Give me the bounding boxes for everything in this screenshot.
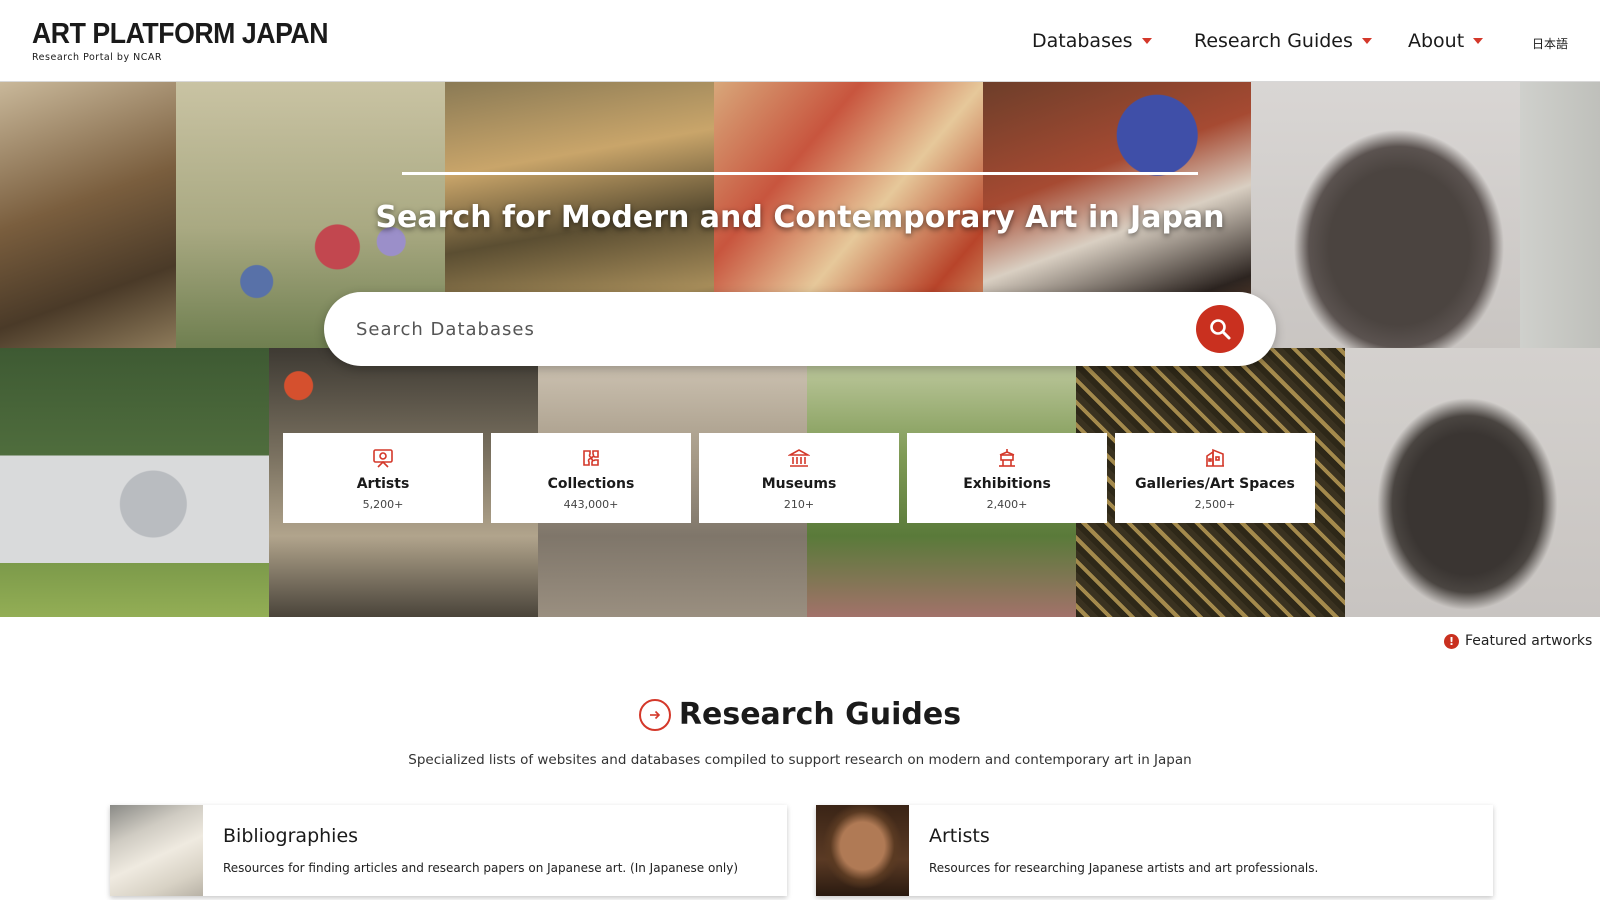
category-exhibitions[interactable]: Exhibitions 2,400+ [907, 433, 1107, 523]
guide-card-artists[interactable]: Artists Resources for researching Japane… [816, 805, 1493, 896]
caret-down-icon [1473, 38, 1484, 44]
info-icon: ! [1444, 633, 1459, 649]
featured-artworks-link[interactable]: ! Featured artworks [1444, 633, 1592, 649]
hero-banner: Search for Modern and Contemporary Art i… [0, 82, 1600, 617]
guide-title: Artists [929, 825, 990, 847]
site-logo[interactable]: ART PLATFORM JAPAN Research Portal by NC… [32, 18, 354, 64]
nav-research-guides[interactable]: Research Guides [1194, 30, 1372, 52]
guide-description: Resources for researching Japanese artis… [929, 861, 1319, 875]
nav-about-label: About [1408, 30, 1465, 52]
artwork-tile [0, 348, 269, 617]
category-label: Museums [761, 476, 837, 492]
database-categories: Artists 5,200+ Collections 443,000+ Muse… [283, 433, 1315, 523]
category-count: 5,200+ [362, 498, 404, 511]
site-header: ART PLATFORM JAPAN Research Portal by NC… [0, 0, 1600, 82]
logo-subtitle: Research Portal by NCAR [32, 52, 162, 63]
arrow-right-icon[interactable] [638, 698, 671, 731]
research-guides-heading: Research Guides [0, 697, 1600, 732]
category-museums[interactable]: Museums 210+ [699, 433, 899, 523]
nav-databases[interactable]: Databases [1032, 30, 1152, 52]
nav-about[interactable]: About [1408, 30, 1484, 52]
category-label: Exhibitions [963, 476, 1051, 492]
guide-title: Bibliographies [223, 825, 359, 847]
guide-description: Resources for finding articles and resea… [223, 861, 739, 875]
guide-card-bibliographies[interactable]: Bibliographies Resources for finding art… [110, 805, 787, 896]
category-count: 2,500+ [1194, 498, 1236, 511]
category-artists[interactable]: Artists 5,200+ [283, 433, 483, 523]
nav-research-guides-label: Research Guides [1194, 30, 1353, 52]
category-collections[interactable]: Collections 443,000+ [491, 433, 691, 523]
search-input[interactable] [356, 312, 1156, 346]
nav-databases-label: Databases [1032, 30, 1133, 52]
language-switch[interactable]: 日本語 [1532, 35, 1568, 52]
search-icon [1210, 319, 1231, 340]
logo-title: ART PLATFORM JAPAN [32, 18, 329, 50]
gallery-icon [1206, 448, 1224, 467]
category-label: Galleries/Art Spaces [1135, 476, 1295, 492]
featured-artworks-label: Featured artworks [1465, 633, 1593, 649]
exhibition-icon [999, 449, 1015, 467]
category-label: Collections [547, 476, 635, 492]
museum-icon [788, 449, 810, 467]
artwork-tile [1345, 348, 1600, 617]
hero-divider [402, 172, 1198, 175]
caret-down-icon [1361, 38, 1372, 44]
research-guides-subtitle: Specialized lists of websites and databa… [408, 752, 1192, 768]
guide-thumbnail [110, 805, 203, 896]
search-bar [324, 292, 1276, 366]
search-button[interactable] [1196, 305, 1244, 353]
hero-title: Search for Modern and Contemporary Art i… [375, 200, 1225, 235]
category-label: Artists [356, 476, 410, 492]
artist-icon [373, 449, 393, 468]
research-guides-title: Research Guides [678, 697, 962, 732]
collections-icon [583, 450, 599, 466]
guide-thumbnail [816, 805, 909, 896]
category-count: 210+ [783, 498, 815, 511]
caret-down-icon [1141, 38, 1152, 44]
category-count: 2,400+ [986, 498, 1028, 511]
category-galleries[interactable]: Galleries/Art Spaces 2,500+ [1115, 433, 1315, 523]
category-count: 443,000+ [563, 498, 619, 511]
